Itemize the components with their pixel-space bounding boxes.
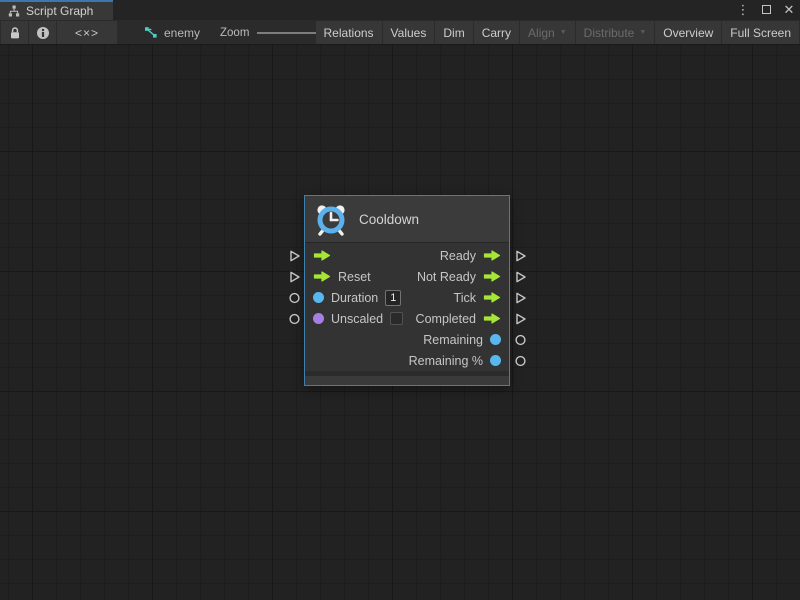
port-not-ready[interactable]: Not Ready xyxy=(417,270,509,284)
value-port-dot-icon xyxy=(490,334,501,345)
zoom-label: Zoom xyxy=(220,27,249,39)
flow-input-connector[interactable] xyxy=(288,270,301,283)
carry-label: Carry xyxy=(482,26,511,40)
breadcrumb-label: enemy xyxy=(164,26,200,40)
carry-button[interactable]: Carry xyxy=(474,21,519,44)
relations-button[interactable]: Relations xyxy=(316,21,382,44)
port-tick[interactable]: Tick xyxy=(454,291,509,305)
port-label: Unscaled xyxy=(331,312,383,326)
port-row: Remaining % xyxy=(305,350,509,371)
port-row: Duration 1 Tick xyxy=(305,287,509,308)
overview-button[interactable]: Overview xyxy=(655,21,721,44)
flow-arrow-icon xyxy=(483,271,501,282)
flow-arrow-icon xyxy=(313,271,331,282)
code-view-button[interactable]: <×> xyxy=(57,21,117,44)
port-remaining-percent[interactable]: Remaining % xyxy=(409,354,509,368)
port-label: Completed xyxy=(416,312,476,326)
values-label: Values xyxy=(391,26,427,40)
overview-label: Overview xyxy=(663,26,713,40)
alarm-clock-icon xyxy=(313,201,349,237)
values-button[interactable]: Values xyxy=(383,21,435,44)
distribute-label: Distribute xyxy=(584,26,635,40)
graph-hierarchy-icon xyxy=(8,5,20,17)
node-body: Ready Reset xyxy=(305,243,509,371)
align-dropdown-button[interactable]: Align ▼ xyxy=(520,21,575,44)
window-menu-icon[interactable]: ⋮ xyxy=(736,0,750,20)
relations-label: Relations xyxy=(324,26,374,40)
tab-script-graph[interactable]: Script Graph xyxy=(0,0,113,20)
value-output-connector[interactable] xyxy=(514,333,527,346)
cooldown-node[interactable]: Cooldown Ready xyxy=(304,195,510,386)
value-port-dot-icon xyxy=(313,313,324,324)
fullscreen-button[interactable]: Full Screen xyxy=(722,21,799,44)
titlebar: Script Graph ⋮ ✕ xyxy=(0,0,800,20)
fullscreen-label: Full Screen xyxy=(730,26,791,40)
flow-output-connector[interactable] xyxy=(514,312,527,325)
window-close-icon[interactable]: ✕ xyxy=(782,0,796,20)
flow-output-connector[interactable] xyxy=(514,270,527,283)
flow-arrow-icon xyxy=(313,250,331,261)
port-label: Reset xyxy=(338,270,371,284)
port-reset[interactable]: Reset xyxy=(305,270,371,284)
port-label: Remaining % xyxy=(409,354,483,368)
port-ready[interactable]: Ready xyxy=(440,249,509,263)
flow-arrow-icon xyxy=(483,292,501,303)
dim-button[interactable]: Dim xyxy=(435,21,472,44)
port-duration[interactable]: Duration 1 xyxy=(305,290,401,306)
port-label: Tick xyxy=(454,291,476,305)
port-label: Ready xyxy=(440,249,476,263)
node-footer xyxy=(305,376,509,385)
port-remaining[interactable]: Remaining xyxy=(423,333,509,347)
port-label: Duration xyxy=(331,291,378,305)
port-row: Ready xyxy=(305,245,509,266)
value-input-connector[interactable] xyxy=(288,312,301,325)
value-port-dot-icon xyxy=(490,355,501,366)
node-title: Cooldown xyxy=(359,212,419,227)
unscaled-checkbox[interactable] xyxy=(390,312,403,325)
window-controls: ⋮ ✕ xyxy=(736,0,796,20)
value-input-connector[interactable] xyxy=(288,291,301,304)
port-row: Unscaled Completed xyxy=(305,308,509,329)
dim-label: Dim xyxy=(443,26,464,40)
chevron-down-icon: ▼ xyxy=(639,29,646,36)
port-completed[interactable]: Completed xyxy=(416,312,509,326)
flow-input-connector[interactable] xyxy=(288,249,301,262)
tab-title: Script Graph xyxy=(26,4,93,18)
window-maximize-icon[interactable] xyxy=(759,0,773,20)
info-button[interactable] xyxy=(29,21,56,44)
port-row: Reset Not Ready xyxy=(305,266,509,287)
port-enter[interactable] xyxy=(305,250,331,261)
lock-button[interactable] xyxy=(1,21,28,44)
align-label: Align xyxy=(528,26,555,40)
graph-toolbar: <×> enemy Zoom 1x Relations Values Dim C… xyxy=(0,20,800,45)
duration-value-field[interactable]: 1 xyxy=(385,290,401,306)
info-icon xyxy=(36,26,50,40)
port-label: Remaining xyxy=(423,333,483,347)
script-graph-window: Script Graph ⋮ ✕ <×> xyxy=(0,0,800,600)
distribute-dropdown-button[interactable]: Distribute ▼ xyxy=(576,21,655,44)
flow-arrow-icon xyxy=(483,250,501,261)
toolbar-left-group: <×> xyxy=(1,21,117,44)
flow-output-connector[interactable] xyxy=(514,249,527,262)
graph-breadcrumb-icon xyxy=(144,26,158,39)
port-label: Not Ready xyxy=(417,270,476,284)
toolbar-right-group: Relations Values Dim Carry Align ▼ Distri… xyxy=(316,21,799,44)
value-port-dot-icon xyxy=(313,292,324,303)
port-row: Remaining xyxy=(305,329,509,350)
graph-canvas[interactable]: Cooldown Ready xyxy=(0,45,800,600)
cooldown-node-header[interactable]: Cooldown xyxy=(305,196,509,243)
maximize-box-icon xyxy=(762,5,771,14)
chevron-down-icon: ▼ xyxy=(560,29,567,36)
breadcrumb-enemy[interactable]: enemy xyxy=(138,21,206,44)
lock-icon xyxy=(9,26,21,40)
flow-output-connector[interactable] xyxy=(514,291,527,304)
port-unscaled[interactable]: Unscaled xyxy=(305,312,403,326)
flow-arrow-icon xyxy=(483,313,501,324)
value-output-connector[interactable] xyxy=(514,354,527,367)
